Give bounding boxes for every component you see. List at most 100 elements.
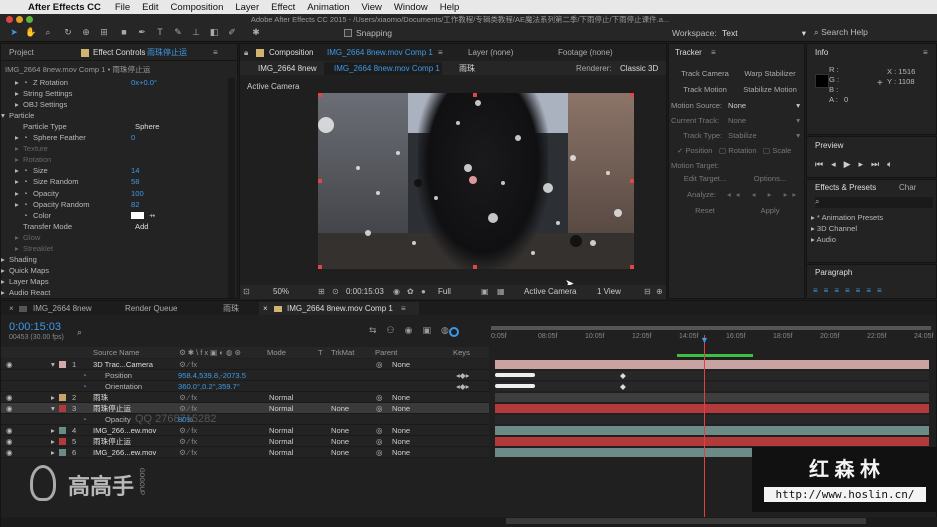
- effect-property-row[interactable]: ▸ Streaklet: [1, 243, 227, 254]
- visibility-eye-icon[interactable]: ◉: [6, 403, 13, 414]
- layer-trkmat-select[interactable]: None: [331, 403, 349, 414]
- layer-parent-select[interactable]: None: [392, 436, 410, 447]
- search-help-input[interactable]: ⌕ Search Help: [814, 27, 934, 39]
- menu-effect[interactable]: Effect: [271, 2, 295, 13]
- menu-animation[interactable]: Animation: [307, 2, 349, 13]
- property-value[interactable]: 360.0°,0.2°,359.7°: [178, 381, 240, 392]
- layer-mode-select[interactable]: Normal: [269, 392, 293, 403]
- effect-property-row[interactable]: ▸ OBJ Settings: [1, 99, 227, 110]
- visibility-eye-icon[interactable]: ◉: [6, 436, 13, 447]
- effect-controls-scrollbar[interactable]: [228, 78, 235, 298]
- layer-parent-select[interactable]: None: [392, 359, 410, 370]
- keyframe-navigator[interactable]: ◂◆▸: [456, 381, 469, 392]
- layer-duration-bar[interactable]: [495, 426, 929, 435]
- warp-stabilizer-button[interactable]: Warp Stabilizer: [739, 68, 801, 80]
- timeline-tab-comp[interactable]: IMG_2664 8new.mov Comp 1: [287, 303, 393, 315]
- transparency-grid-icon[interactable]: ▦: [497, 286, 505, 298]
- effect-property-value[interactable]: 0x+0.0°: [131, 77, 157, 88]
- col-trkmat[interactable]: TrkMat: [331, 347, 354, 358]
- mask-visibility-icon[interactable]: ⊙: [332, 286, 339, 298]
- stopwatch-icon[interactable]: ◔: [23, 132, 28, 143]
- subtab-comp[interactable]: IMG_2664 8new.mov Comp 1: [334, 63, 440, 75]
- preset-item[interactable]: ▸ * Animation Presets: [811, 212, 883, 223]
- reset-button[interactable]: Reset: [675, 205, 735, 217]
- layer-name[interactable]: 雨珠: [93, 392, 108, 403]
- menu-file[interactable]: File: [115, 2, 130, 13]
- layer-name[interactable]: 3D Trac...Camera: [93, 359, 153, 370]
- parent-pickwhip-icon[interactable]: ◎: [376, 436, 383, 447]
- view-layout-select[interactable]: 1 View: [597, 286, 621, 298]
- pan-behind-tool-icon[interactable]: ⊞: [98, 27, 110, 38]
- close-window-button[interactable]: [6, 16, 13, 23]
- layer-mode-select[interactable]: Normal: [269, 447, 293, 458]
- tab-project[interactable]: Project: [9, 47, 34, 59]
- lock-icon[interactable]: 🔒︎: [244, 47, 248, 59]
- table-row[interactable]: [1, 381, 489, 392]
- panel-menu-icon[interactable]: ≡: [923, 47, 928, 59]
- tab-effect-controls[interactable]: Effect Controls: [93, 47, 145, 59]
- col-source-name[interactable]: Source Name: [93, 347, 139, 358]
- grid-overlay-icon[interactable]: ⊞: [318, 286, 325, 298]
- channel-icon[interactable]: ●: [421, 286, 426, 298]
- chevron-right-icon[interactable]: ▸: [1, 276, 5, 287]
- brush-tool-icon[interactable]: ✎: [172, 27, 184, 38]
- timeline-tab-rain[interactable]: 雨珠: [223, 303, 239, 315]
- effects-presets-title[interactable]: Effects & Presets: [815, 182, 876, 194]
- panel-menu-icon[interactable]: ≡: [401, 303, 406, 315]
- timeline-zoom-slider[interactable]: [506, 518, 866, 524]
- keyframe-icon[interactable]: ◆: [620, 381, 626, 392]
- effect-property-row[interactable]: Transfer Mode Add: [1, 221, 227, 232]
- layer-mode-select[interactable]: Normal: [269, 436, 293, 447]
- menu-view[interactable]: View: [362, 2, 382, 13]
- layer-switches[interactable]: ⚙ ⁄ fx: [179, 425, 197, 436]
- chevron-right-icon[interactable]: ▸: [15, 199, 19, 210]
- visibility-eye-icon[interactable]: ◉: [6, 359, 13, 370]
- layer-name[interactable]: IMG_266...ew.mov: [93, 425, 156, 436]
- chevron-down-icon[interactable]: ▾: [51, 403, 55, 414]
- layer-switches[interactable]: ⚙ ⁄ fx: [179, 359, 197, 370]
- layer-label-color[interactable]: [59, 427, 66, 434]
- preset-item[interactable]: ▸ 3D Channel: [811, 223, 857, 234]
- show-snapshot-icon[interactable]: ✿: [407, 286, 414, 298]
- selection-tool-icon[interactable]: ➤: [8, 27, 20, 38]
- effect-property-value[interactable]: 0: [131, 132, 135, 143]
- visibility-eye-icon[interactable]: ◉: [6, 447, 13, 458]
- menu-layer[interactable]: Layer: [235, 2, 259, 13]
- effect-property-row[interactable]: ▸ Rotation: [1, 154, 227, 165]
- chevron-right-icon[interactable]: ▸: [15, 99, 19, 110]
- timeline-tab-footage[interactable]: IMG_2664 8new: [33, 303, 92, 315]
- layer-duration-bar[interactable]: [495, 415, 929, 424]
- effect-property-row[interactable]: ▾ Particle: [1, 110, 227, 121]
- effect-property-row[interactable]: ▸ String Settings: [1, 88, 227, 99]
- snapping-checkbox[interactable]: [344, 29, 352, 37]
- layer-label-color[interactable]: [59, 394, 66, 401]
- playback-controls[interactable]: ⏮◂▶▸⏭🔈︎: [815, 158, 933, 170]
- eyedropper-icon[interactable]: ⇸: [149, 210, 155, 221]
- effect-property-row[interactable]: ▸ Glow: [1, 232, 227, 243]
- stopwatch-icon[interactable]: ◔: [23, 199, 28, 210]
- tab-composition-label[interactable]: Composition: [269, 47, 313, 59]
- effect-property-row[interactable]: ▸ ◔ Opacity Random 82: [1, 199, 227, 210]
- pen-tool-icon[interactable]: ✒: [136, 27, 148, 38]
- camera-tool-icon[interactable]: ⊕: [80, 27, 92, 38]
- effects-search-input[interactable]: ⌕: [815, 197, 933, 208]
- track-camera-button[interactable]: Track Camera: [675, 68, 735, 80]
- rotate-tool-icon[interactable]: ↻: [62, 27, 74, 38]
- position-checkbox[interactable]: ✓ Position: [677, 145, 713, 156]
- effect-property-row[interactable]: ▸ ◔ Size Random 58: [1, 176, 227, 187]
- minimize-window-button[interactable]: [16, 16, 23, 23]
- stopwatch-icon[interactable]: ◔: [23, 188, 28, 199]
- effect-property-row[interactable]: ▸ Layer Maps: [1, 276, 227, 287]
- tab-layer[interactable]: Layer (none): [468, 47, 513, 59]
- layer-trkmat-select[interactable]: None: [331, 447, 349, 458]
- close-icon[interactable]: ×: [263, 303, 268, 315]
- parent-pickwhip-icon[interactable]: ◎: [376, 392, 383, 403]
- effect-property-value[interactable]: 100: [131, 188, 144, 199]
- eraser-tool-icon[interactable]: ◧: [208, 27, 220, 38]
- layer-duration-bar[interactable]: [495, 360, 929, 369]
- chevron-right-icon[interactable]: ▸: [15, 188, 19, 199]
- stopwatch-icon[interactable]: ◔: [23, 165, 28, 176]
- tab-footage[interactable]: Footage (none): [558, 47, 613, 59]
- 3d-view-select[interactable]: Active Camera: [524, 286, 576, 298]
- resolution-select[interactable]: Full: [438, 286, 451, 298]
